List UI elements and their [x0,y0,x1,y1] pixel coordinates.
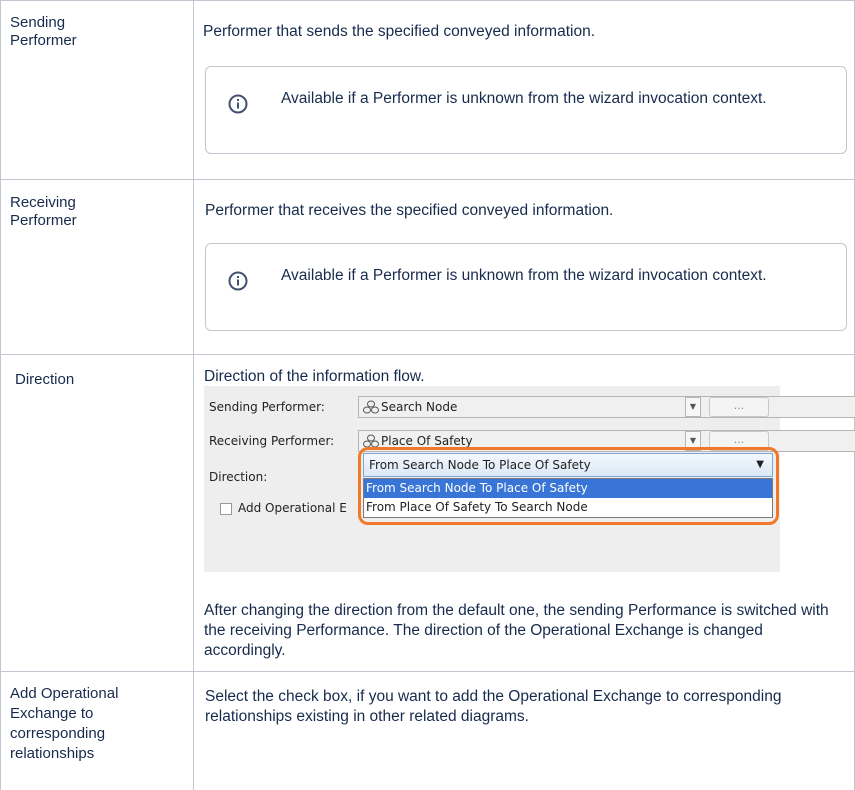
row-divider [0,671,855,672]
highlight-frame [358,447,779,525]
sending-performer-field[interactable]: Search Node [358,396,855,418]
add-operational-checkbox[interactable] [220,503,232,515]
performer-icon [363,400,379,414]
receiving-performer-value: Place Of Safety [381,434,473,448]
performer-icon [363,434,379,448]
info-text: Available if a Performer is unknown from… [281,90,767,107]
direction-after-text: After changing the direction from the de… [204,602,829,659]
info-icon [228,271,248,291]
row-label-receiving-performer: Receiving Performer [10,194,77,229]
row-label-direction: Direction [15,371,75,388]
add-operational-checkbox-label: Add Operational E [238,501,347,515]
table-top-border [0,0,855,1]
properties-table: Sending Performer Performer that sends t… [0,0,855,790]
chevron-down-icon[interactable]: ▼ [685,397,701,417]
info-panel: Available if a Performer is unknown from… [205,66,847,154]
row-description: Performer that sends the specified conve… [203,23,596,40]
receiving-performer-label: Receiving Performer: [209,434,335,448]
info-panel: Available if a Performer is unknown from… [205,243,847,331]
dialog-screenshot: Sending Performer: Search Node ▼ ... Rec… [204,386,855,572]
row-description: Performer that receives the specified co… [205,202,614,219]
info-icon [228,94,248,114]
more-button[interactable]: ... [709,397,769,417]
row-label-sending-performer: Sending Performer [10,14,77,49]
row-description: Select the check box, if you want to add… [205,688,782,725]
row-label-add-operational-exchange: Add Operational Exchange to correspondin… [10,685,119,762]
sending-performer-value: Search Node [381,400,458,414]
direction-label: Direction: [209,470,268,484]
row-divider [0,354,855,355]
row-description: Direction of the information flow. [204,368,425,385]
sending-performer-label: Sending Performer: [209,400,325,414]
row-divider [0,179,855,180]
info-text: Available if a Performer is unknown from… [281,267,767,284]
